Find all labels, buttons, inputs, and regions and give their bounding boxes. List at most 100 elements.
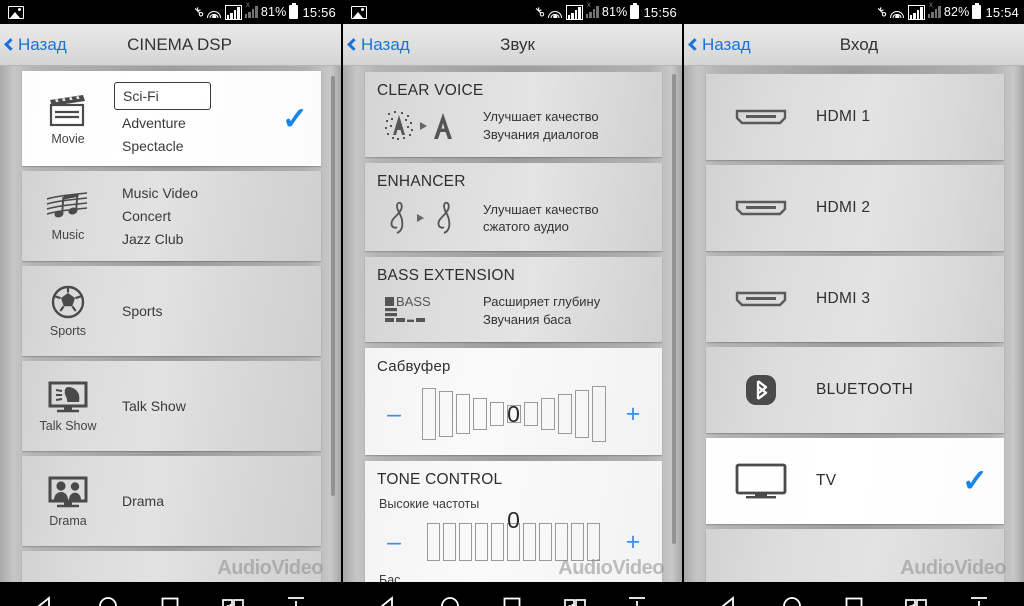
dsp-options: Sports bbox=[114, 303, 269, 319]
nav-home-button[interactable] bbox=[777, 591, 807, 606]
treble-minus-button[interactable]: – bbox=[379, 529, 409, 555]
home-circle-icon bbox=[441, 597, 460, 606]
icon-slot: BASS bbox=[381, 294, 467, 328]
three-phone-screenshots: ⚷ 81% 15:56 Назад CINEMA DSP bbox=[0, 0, 1024, 606]
back-button-label: Назад bbox=[702, 34, 751, 54]
bass-bars-icon: BASS bbox=[385, 294, 431, 322]
input-label: HDMI 3 bbox=[816, 290, 871, 307]
treble-bars[interactable] bbox=[409, 511, 618, 573]
status-clock: 15:56 bbox=[302, 4, 336, 20]
back-button[interactable]: Назад bbox=[0, 35, 67, 55]
subwoofer-slider[interactable]: 0 – + bbox=[365, 383, 662, 445]
android-navigation-bar bbox=[0, 582, 341, 606]
dsp-card-partial[interactable] bbox=[22, 551, 321, 582]
dsp-icon-label: Sports bbox=[49, 324, 87, 338]
nav-back-button[interactable] bbox=[714, 591, 744, 606]
dsp-icon-column: Talk Show bbox=[22, 379, 114, 433]
status-bar: ⚷ 81% 15:56 bbox=[343, 0, 682, 24]
home-circle-icon bbox=[98, 597, 117, 606]
back-button[interactable]: Назад bbox=[343, 35, 410, 55]
dsp-option[interactable]: Adventure bbox=[114, 113, 269, 133]
input-item-hdmi-2[interactable]: HDMI 2 bbox=[706, 165, 1004, 251]
desc-line: Расширяет глубину bbox=[483, 294, 601, 310]
hdmi-port-icon bbox=[735, 291, 787, 307]
clapperboard-icon bbox=[49, 94, 85, 126]
dsp-option-selected[interactable]: Sci-Fi bbox=[114, 81, 211, 110]
dsp-card-movie[interactable]: Movie Sci-Fi Adventure Spectacle ✓ bbox=[22, 71, 321, 166]
nav-recents-button[interactable] bbox=[497, 591, 527, 606]
dsp-card-sports[interactable]: Sports Sports bbox=[22, 266, 321, 356]
vpn-key-icon: ⚷ bbox=[872, 2, 891, 21]
nav-back-button[interactable] bbox=[373, 591, 403, 606]
nav-dual-window-button[interactable] bbox=[901, 591, 931, 606]
signal-sim2-icon bbox=[585, 1, 599, 18]
nav-recents-button[interactable] bbox=[155, 591, 185, 606]
nav-download-button[interactable] bbox=[622, 591, 652, 606]
back-triangle-icon bbox=[380, 596, 393, 606]
vertical-scrollbar[interactable] bbox=[331, 76, 335, 496]
input-item-hdmi-3[interactable]: HDMI 3 bbox=[706, 256, 1004, 342]
dsp-card-talk-show[interactable]: Talk Show Talk Show bbox=[22, 361, 321, 451]
section-title: Сабвуфер bbox=[377, 358, 451, 376]
svg-text:BASS: BASS bbox=[396, 294, 431, 309]
signal-sim1-icon bbox=[224, 4, 242, 20]
back-button[interactable]: Назад bbox=[684, 35, 751, 55]
battery-percent: 81% bbox=[260, 5, 287, 19]
sound-card-clear-voice[interactable]: CLEAR VOICE Улучшает качество Звучания д… bbox=[365, 72, 662, 158]
dsp-option[interactable]: Spectacle bbox=[114, 136, 269, 156]
input-source-list[interactable]: HDMI 1 HDMI 2 HDMI 3 BLUETOOTH TV ✓ Audi… bbox=[684, 66, 1024, 582]
input-item-hdmi-1[interactable]: HDMI 1 bbox=[706, 74, 1004, 160]
nav-home-button[interactable] bbox=[435, 591, 465, 606]
vertical-scrollbar[interactable] bbox=[672, 74, 676, 544]
dsp-icon-label: Drama bbox=[49, 514, 87, 528]
nav-home-button[interactable] bbox=[93, 591, 123, 606]
nav-dual-window-button[interactable] bbox=[218, 591, 248, 606]
sound-settings-list[interactable]: CLEAR VOICE Улучшает качество Звучания д… bbox=[343, 66, 682, 582]
input-item-tv[interactable]: TV ✓ bbox=[706, 438, 1004, 524]
dsp-option[interactable]: Drama bbox=[114, 493, 269, 509]
signal-sim2-icon bbox=[244, 1, 258, 18]
nav-download-button[interactable] bbox=[964, 591, 994, 606]
desc-line: Звучания диалогов bbox=[483, 126, 599, 142]
nav-download-button[interactable] bbox=[281, 591, 311, 606]
dsp-option[interactable]: Jazz Club bbox=[114, 229, 269, 249]
dsp-list[interactable]: Movie Sci-Fi Adventure Spectacle ✓ Music… bbox=[0, 66, 341, 582]
dsp-option[interactable]: Music Video bbox=[114, 183, 269, 203]
app-bar: Назад Звук bbox=[343, 24, 682, 66]
nav-dual-window-button[interactable] bbox=[560, 591, 590, 606]
section-title: TONE CONTROL bbox=[377, 471, 503, 489]
dual-window-icon bbox=[563, 599, 586, 606]
soccer-ball-icon bbox=[51, 285, 85, 319]
input-item-bluetooth[interactable]: BLUETOOTH bbox=[706, 347, 1004, 433]
section-description: Улучшает качество Звучания диалогов bbox=[483, 108, 599, 143]
treble-slider[interactable]: 0 – + bbox=[365, 507, 662, 573]
subwoofer-plus-button[interactable]: + bbox=[618, 401, 648, 427]
home-circle-icon bbox=[782, 597, 801, 606]
sound-card-tone-control[interactable]: TONE CONTROL Высокие частоты 0 – + Бас 0… bbox=[365, 461, 662, 582]
image-notification-icon bbox=[351, 5, 367, 19]
noisy-a-to-clean-a-icon bbox=[385, 110, 452, 140]
subwoofer-minus-button[interactable]: – bbox=[379, 401, 409, 427]
subwoofer-bars[interactable] bbox=[409, 383, 618, 445]
dsp-card-music[interactable]: Music Music Video Concert Jazz Club bbox=[22, 171, 321, 261]
signal-sim2-icon bbox=[927, 1, 941, 18]
nav-back-button[interactable] bbox=[30, 591, 60, 606]
nav-recents-button[interactable] bbox=[839, 591, 869, 606]
dsp-card-drama[interactable]: Drama Drama bbox=[22, 456, 321, 546]
dsp-option[interactable]: Talk Show bbox=[114, 398, 269, 414]
dsp-icon-label: Movie bbox=[51, 131, 85, 146]
back-triangle-icon bbox=[721, 596, 735, 606]
input-item-partial[interactable] bbox=[706, 529, 1004, 582]
sound-card-subwoofer[interactable]: Сабвуфер 0 – + bbox=[365, 348, 662, 456]
sound-card-bass-extension[interactable]: BASS EXTENSION BASS Расширяет глубину Зв… bbox=[365, 257, 662, 343]
treble-plus-button[interactable]: + bbox=[618, 529, 648, 555]
dsp-icon-label: Music bbox=[51, 228, 85, 242]
hdmi-port-icon bbox=[735, 200, 787, 216]
dsp-option[interactable]: Sports bbox=[114, 303, 269, 319]
dsp-option[interactable]: Concert bbox=[114, 206, 269, 226]
sound-card-enhancer[interactable]: ENHANCER Улучшает качество сжатого аудио bbox=[365, 163, 662, 252]
back-button-label: Назад bbox=[18, 34, 67, 54]
desc-line: Улучшает качество bbox=[483, 109, 599, 124]
section-title: CLEAR VOICE bbox=[377, 82, 484, 99]
dsp-options: Talk Show bbox=[114, 398, 269, 414]
